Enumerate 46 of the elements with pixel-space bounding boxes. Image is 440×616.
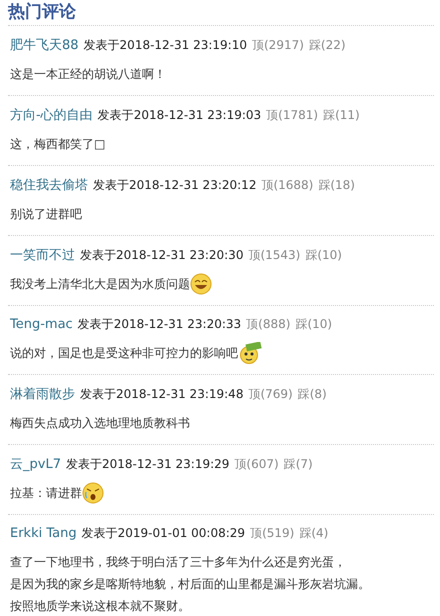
- comment-text: 说的对，国足也是受这种非可控力的影响吧: [10, 345, 238, 362]
- comment-author[interactable]: Erkki Tang: [10, 526, 77, 541]
- comment-text: 我没考上清华北大是因为水质问题: [10, 276, 190, 293]
- post-time: 发表于2018-12-31 23:19:48: [80, 386, 244, 403]
- upvote-link[interactable]: 顶(1543): [248, 247, 300, 264]
- post-time: 发表于2018-12-31 23:20:30: [80, 247, 244, 264]
- money-emoticon-icon: [238, 342, 262, 364]
- comment-author[interactable]: 肥牛飞天88: [10, 36, 79, 54]
- upvote-link[interactable]: 顶(1781): [266, 107, 318, 124]
- downvote-link[interactable]: 踩(4): [299, 525, 328, 542]
- upvote-link[interactable]: 顶(888): [246, 316, 290, 333]
- downvote-link[interactable]: 踩(10): [295, 316, 332, 333]
- comment-author[interactable]: 云_pvL7: [10, 455, 61, 473]
- upvote-link[interactable]: 顶(2917): [252, 37, 304, 54]
- downvote-link[interactable]: 踩(18): [318, 177, 355, 194]
- comment-text: 是因为我的家乡是喀斯特地貌，村后面的山里都是漏斗形灰岩坑漏。: [10, 576, 370, 593]
- comment-text: 按照地质学来说这根本就不聚财。: [10, 598, 191, 615]
- comment-author[interactable]: 稳住我去偷塔: [10, 176, 88, 194]
- comment-text: 别说了进群吧: [10, 206, 82, 223]
- comment-text: 梅西失点成功入选地理地质教科书: [10, 415, 190, 432]
- upvote-link[interactable]: 顶(769): [248, 386, 293, 403]
- comment-text: 这是一本正经的胡说八道啊！: [10, 66, 166, 83]
- post-time: 发表于2018-12-31 23:19:03: [98, 107, 262, 124]
- post-time: 发表于2018-12-31 23:19:10: [84, 37, 247, 54]
- upvote-link[interactable]: 顶(607): [234, 456, 279, 473]
- section-title: 热门评论: [8, 0, 434, 26]
- comment-text: 这，梅西都笑了□: [10, 136, 106, 153]
- downvote-link[interactable]: 踩(10): [305, 247, 342, 264]
- post-time: 发表于2019-01-01 00:08:29: [82, 525, 246, 542]
- comment-text: 拉基：请进群: [10, 485, 82, 502]
- upvote-link[interactable]: 顶(1688): [261, 177, 314, 194]
- comment-author[interactable]: 方向-心的自由: [10, 106, 93, 124]
- comment-author[interactable]: 淋着雨散步: [10, 385, 75, 403]
- post-time: 发表于2018-12-31 23:19:29: [66, 456, 230, 473]
- downvote-link[interactable]: 踩(11): [323, 107, 360, 124]
- comment-author[interactable]: 一笑而不过: [10, 246, 75, 264]
- crying-emoticon-icon: [82, 482, 104, 504]
- post-time: 发表于2018-12-31 23:20:12: [93, 177, 256, 194]
- downvote-link[interactable]: 踩(8): [298, 386, 327, 403]
- comment-author[interactable]: Teng-mac: [10, 317, 73, 332]
- downvote-link[interactable]: 踩(7): [284, 456, 313, 473]
- laughing-emoticon-icon: [190, 273, 212, 295]
- comment-text: 查了一下地理书，我终于明白活了三十多年为什么还是穷光蛋，: [10, 554, 347, 571]
- upvote-link[interactable]: 顶(519): [250, 525, 294, 542]
- downvote-link[interactable]: 踩(22): [308, 37, 346, 54]
- post-time: 发表于2018-12-31 23:20:33: [78, 316, 242, 333]
